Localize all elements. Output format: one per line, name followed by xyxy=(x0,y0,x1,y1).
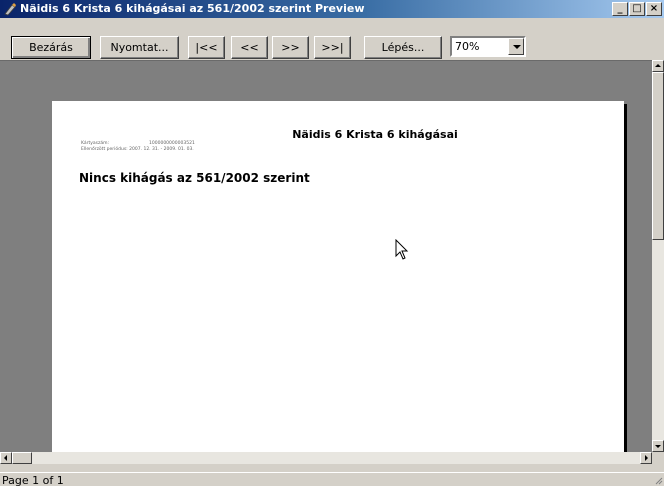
scroll-left-button[interactable] xyxy=(0,452,12,464)
page-indicator: Page 1 of 1 xyxy=(2,474,64,486)
goto-page-button[interactable]: Lépés... xyxy=(364,36,442,59)
title-bar[interactable]: Näidis 6 Krista 6 kihágásai az 561/2002 … xyxy=(0,0,664,18)
maximize-button[interactable]: □ xyxy=(629,2,645,16)
horizontal-scrollbar[interactable] xyxy=(0,452,652,464)
period-label: Ellenőrzött periódus: xyxy=(81,147,128,152)
scroll-down-button[interactable] xyxy=(652,440,664,452)
no-violations-heading: Nincs kihágás az 561/2002 szerint xyxy=(79,171,310,185)
zoom-value: 70% xyxy=(455,40,480,53)
period-value: 2007. 12. 31. - 2009. 01. 03. xyxy=(129,147,194,152)
card-number-value: 1000000000003521 xyxy=(149,141,195,146)
horizontal-scroll-thumb[interactable] xyxy=(12,452,32,464)
period-line: Ellenőrzött periódus: 2007. 12. 31. - 20… xyxy=(81,147,194,153)
close-button[interactable]: Bezárás xyxy=(11,36,91,59)
app-icon xyxy=(4,3,16,16)
arrow-right-icon xyxy=(645,455,648,461)
status-bar: Page 1 of 1 xyxy=(0,472,664,486)
vertical-scroll-thumb[interactable] xyxy=(652,72,664,240)
mouse-pointer-icon xyxy=(395,239,409,260)
zoom-select[interactable]: 70% xyxy=(450,36,526,57)
scroll-up-button[interactable] xyxy=(652,60,664,72)
scrollbar-corner xyxy=(652,452,664,464)
close-window-button[interactable]: × xyxy=(646,2,662,16)
arrow-left-icon xyxy=(4,455,7,461)
dropdown-arrow-icon[interactable] xyxy=(508,38,524,55)
minimize-button[interactable]: _ xyxy=(612,2,628,16)
next-page-button[interactable]: >> xyxy=(272,36,309,59)
scroll-right-button[interactable] xyxy=(640,452,652,464)
arrow-down-icon xyxy=(655,445,661,448)
first-page-button[interactable]: |<< xyxy=(188,36,225,59)
arrow-up-icon xyxy=(655,64,661,67)
print-button[interactable]: Nyomtat... xyxy=(100,36,179,59)
report-page: Näidis 6 Krista 6 kihágásai Kártyaszám: 1… xyxy=(52,101,624,452)
last-page-button[interactable]: >>| xyxy=(314,36,351,59)
previous-page-button[interactable]: << xyxy=(231,36,268,59)
preview-area[interactable]: Näidis 6 Krista 6 kihágásai Kártyaszám: 1… xyxy=(0,60,652,452)
preview-window: Näidis 6 Krista 6 kihágásai az 561/2002 … xyxy=(0,0,664,486)
vertical-scrollbar[interactable] xyxy=(652,60,664,452)
report-title: Näidis 6 Krista 6 kihágásai xyxy=(292,128,458,141)
toolbar: Bezárás Nyomtat... |<< << >> >>| Lépés..… xyxy=(0,18,664,60)
window-title: Näidis 6 Krista 6 kihágásai az 561/2002 … xyxy=(20,2,365,15)
resize-grip-icon[interactable] xyxy=(653,475,663,485)
